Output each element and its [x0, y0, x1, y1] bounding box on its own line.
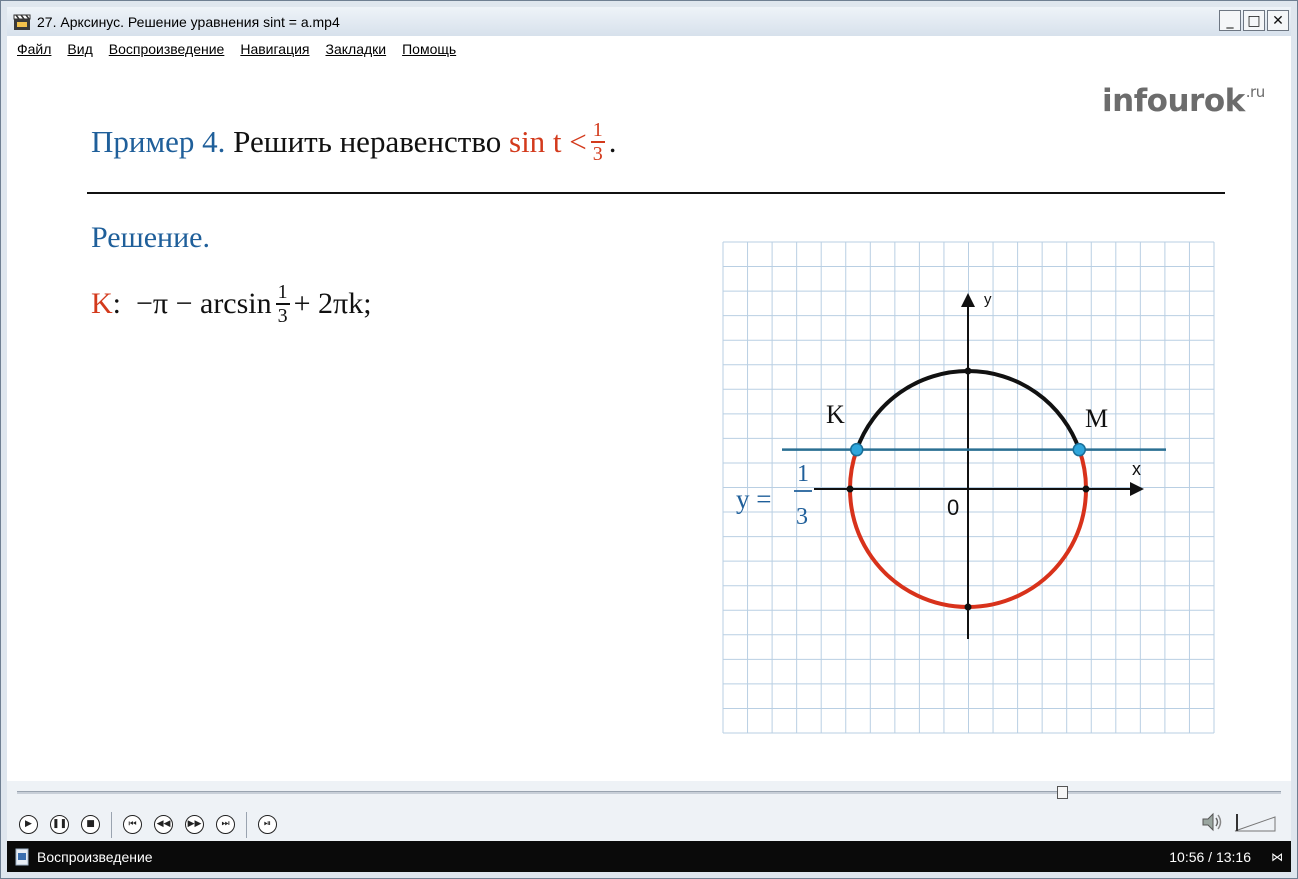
pause-button[interactable]: ❚❚	[46, 811, 73, 838]
seek-bar[interactable]	[17, 791, 1281, 794]
y-axis-label: y	[984, 291, 992, 308]
unit-circle-graph: y x 0 K M y = 1 3	[722, 241, 1215, 734]
menu-playback[interactable]: Воспроизведение	[109, 41, 225, 57]
formula-colon: :	[112, 286, 122, 320]
heading-end: .	[608, 123, 617, 159]
window-title: 27. Арксинус. Решение уравнения sint = a…	[37, 13, 340, 30]
previous-button[interactable]: ⏮	[119, 811, 146, 838]
line-fraction-denominator: 3	[796, 504, 808, 530]
seek-thumb[interactable]	[1057, 786, 1069, 799]
separator	[246, 811, 247, 838]
heading-text: Решить неравенство	[233, 123, 502, 159]
separator	[111, 811, 112, 838]
speaker-icon[interactable]	[1201, 812, 1223, 832]
heading-fraction: 1 3	[590, 119, 605, 165]
rewind-button[interactable]: ◀◀	[150, 811, 177, 838]
time-display: 10:56 / 13:16	[1169, 848, 1251, 865]
point-k	[849, 442, 864, 457]
next-button[interactable]: ⏭	[212, 811, 239, 838]
media-player-window: 27. Арксинус. Решение уравнения sint = a…	[0, 0, 1298, 879]
point-m	[1072, 442, 1087, 457]
volume-slider[interactable]	[1233, 811, 1277, 833]
menu-file[interactable]: Файл	[17, 41, 51, 57]
frame-step-button[interactable]: ⏯	[254, 811, 281, 838]
slide-heading: Пример 4. Решить неравенство sin t < 1 3…	[91, 119, 617, 165]
point-top	[964, 367, 972, 375]
resize-grip-icon[interactable]: ⋈	[1271, 850, 1283, 864]
point-m-label: M	[1085, 404, 1108, 433]
logo-suffix: .ru	[1245, 83, 1265, 101]
status-text: Воспроизведение	[37, 848, 153, 865]
stop-icon: ■	[81, 815, 100, 834]
volume-control	[1201, 811, 1277, 833]
line-label: y =	[736, 484, 771, 514]
formula-tail: + 2πk;	[293, 286, 372, 320]
infourok-logo: infourok.ru	[1102, 83, 1265, 119]
maximize-button[interactable]: □	[1243, 10, 1265, 31]
point-right	[1082, 485, 1090, 493]
status-bar: Воспроизведение 10:56 / 13:16 ⋈	[7, 841, 1291, 872]
heading-prefix: Пример 4.	[91, 123, 226, 159]
formula-fraction: 1 3	[275, 281, 290, 327]
fast-forward-icon: ▶▶	[185, 815, 204, 834]
window-controls: _ □ ✕	[1219, 10, 1289, 31]
heading-divider	[87, 192, 1225, 194]
stop-button[interactable]: ■	[77, 811, 104, 838]
formula-fraction-denominator: 3	[277, 304, 288, 327]
video-area[interactable]: infourok.ru Пример 4. Решить неравенство…	[7, 61, 1291, 781]
menu-view[interactable]: Вид	[67, 41, 92, 57]
rewind-icon: ◀◀	[154, 815, 173, 834]
heading-fraction-denominator: 3	[592, 142, 603, 165]
menu-bookmarks[interactable]: Закладки	[326, 41, 387, 57]
logo-text: infourok	[1102, 83, 1245, 119]
menu-bar: Файл Вид Воспроизведение Навигация Закла…	[7, 36, 1291, 61]
skip-forward-icon: ⏭	[216, 815, 235, 834]
heading-expression: sin t <	[509, 123, 587, 159]
close-button[interactable]: ✕	[1267, 10, 1289, 31]
point-left	[846, 485, 854, 493]
heading-fraction-numerator: 1	[592, 119, 603, 141]
solution-label: Решение.	[91, 221, 210, 254]
formula-point: K	[91, 286, 113, 320]
clapperboard-icon	[13, 14, 31, 30]
menu-navigation[interactable]: Навигация	[240, 41, 309, 57]
line-fraction-numerator: 1	[797, 461, 809, 487]
point-k-label: K	[826, 400, 845, 429]
x-axis-label: x	[1132, 459, 1141, 479]
play-icon: ▶	[19, 815, 38, 834]
origin-label: 0	[947, 495, 959, 520]
control-buttons: ▶ ❚❚ ■ ⏮ ◀◀ ▶▶ ⏭ ⏯	[15, 811, 281, 838]
play-button[interactable]: ▶	[15, 811, 42, 838]
frame-step-icon: ⏯	[258, 815, 277, 834]
formula-fraction-numerator: 1	[277, 281, 288, 303]
pause-icon: ❚❚	[50, 815, 69, 834]
menu-help[interactable]: Помощь	[402, 41, 456, 57]
point-bottom	[964, 603, 972, 611]
solution-formula: K : −π − arcsin 1 3 + 2πk;	[91, 281, 372, 327]
skip-back-icon: ⏮	[123, 815, 142, 834]
minimize-button[interactable]: _	[1219, 10, 1241, 31]
playback-controls: ▶ ❚❚ ■ ⏮ ◀◀ ▶▶ ⏭ ⏯	[7, 781, 1291, 841]
file-icon	[15, 848, 29, 865]
fast-forward-button[interactable]: ▶▶	[181, 811, 208, 838]
formula-expression: −π − arcsin	[136, 286, 272, 320]
title-bar[interactable]: 27. Арксинус. Решение уравнения sint = a…	[7, 7, 1291, 36]
